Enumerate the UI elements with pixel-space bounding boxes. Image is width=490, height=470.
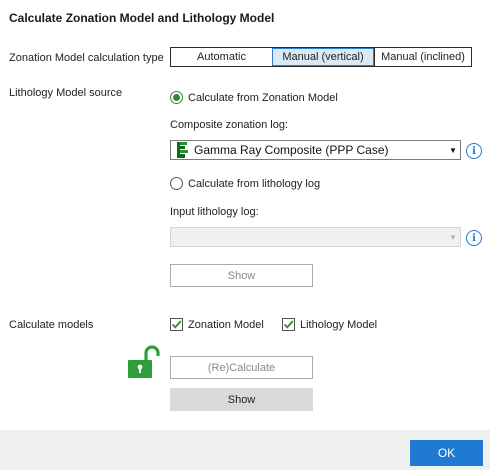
- checkmark-icon[interactable]: [170, 318, 183, 331]
- recalculate-button[interactable]: (Re)Calculate: [170, 356, 313, 379]
- zonation-type-label: Zonation Model calculation type: [9, 52, 164, 64]
- show-lithology-button[interactable]: Show: [170, 264, 313, 287]
- zonation-type-segmented-control: Automatic Manual (vertical) Manual (incl…: [170, 47, 472, 67]
- lithology-model-checkbox-label: Lithology Model: [300, 318, 378, 331]
- input-lithology-log-label: Input lithology log:: [170, 206, 259, 218]
- checkmark-icon[interactable]: [282, 318, 295, 331]
- dialog-title: Calculate Zonation Model and Lithology M…: [9, 11, 275, 25]
- show-models-button[interactable]: Show: [170, 388, 313, 411]
- zonation-type-manual-inclined-button[interactable]: Manual (inclined): [374, 48, 471, 66]
- composite-zonation-log-label: Composite zonation log:: [170, 119, 289, 131]
- info-icon[interactable]: i: [466, 230, 482, 246]
- radio-calculate-from-zonation[interactable]: Calculate from Zonation Model: [170, 91, 338, 104]
- zonation-model-checkbox-label: Zonation Model: [188, 318, 264, 331]
- zonation-type-automatic-button[interactable]: Automatic: [171, 48, 272, 66]
- zonation-type-manual-vertical-button[interactable]: Manual (vertical): [272, 48, 374, 66]
- radio-selected-icon[interactable]: [170, 91, 183, 104]
- input-lithology-log-select[interactable]: ▼: [170, 227, 461, 247]
- lithology-model-checkbox[interactable]: Lithology Model: [282, 318, 377, 331]
- calculate-models-label: Calculate models: [9, 319, 94, 331]
- composite-zonation-log-select[interactable]: Gamma Ray Composite (PPP Case) ▼: [170, 140, 461, 160]
- chevron-down-icon[interactable]: ▼: [446, 146, 460, 155]
- chevron-down-icon[interactable]: ▼: [446, 233, 460, 242]
- zonation-model-checkbox[interactable]: Zonation Model: [170, 318, 264, 331]
- lithology-source-label: Lithology Model source: [9, 87, 123, 99]
- info-icon[interactable]: i: [466, 143, 482, 159]
- composite-log-icon: [175, 142, 189, 158]
- radio-unselected-icon[interactable]: [170, 177, 183, 190]
- radio-calculate-from-zonation-label: Calculate from Zonation Model: [188, 91, 338, 104]
- radio-calculate-from-lithology-log-label: Calculate from lithology log: [188, 177, 321, 190]
- radio-calculate-from-lithology-log[interactable]: Calculate from lithology log: [170, 177, 320, 190]
- unlock-icon[interactable]: [127, 343, 163, 379]
- composite-zonation-log-value: Gamma Ray Composite (PPP Case): [194, 143, 389, 157]
- ok-button[interactable]: OK: [410, 440, 483, 466]
